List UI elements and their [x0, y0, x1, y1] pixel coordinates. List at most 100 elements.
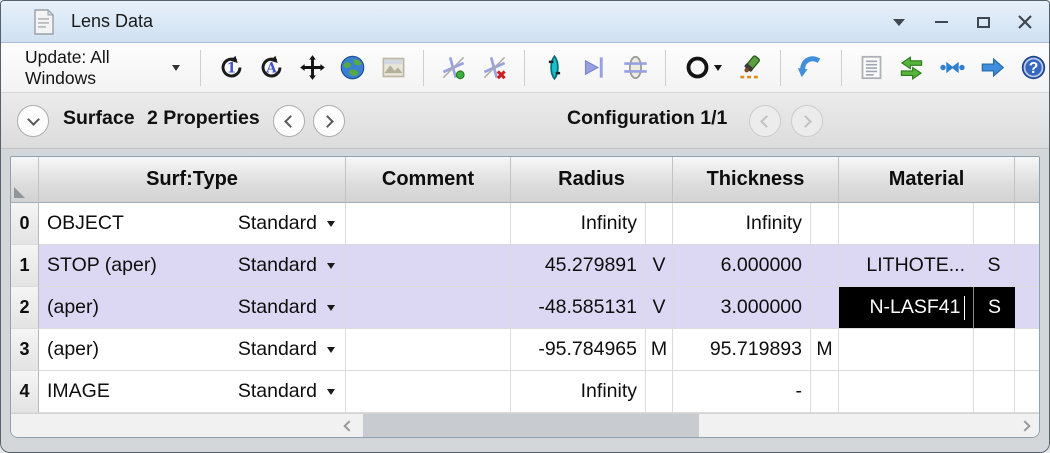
header-thickness[interactable]: Thickness [673, 157, 839, 203]
maximize-icon[interactable] [973, 12, 993, 32]
toolbar-separator [840, 49, 842, 86]
row-number[interactable]: 2 [11, 287, 39, 329]
insert-surface-icon[interactable] [438, 49, 470, 87]
next-configuration-button[interactable] [791, 105, 823, 137]
converge-arrows-icon[interactable] [936, 49, 968, 87]
delete-surface-icon[interactable] [478, 49, 510, 87]
radius-cell[interactable]: 45.279891 [511, 245, 646, 287]
thickness-solve-flag[interactable] [811, 371, 839, 413]
insert-stop-icon[interactable] [539, 49, 571, 87]
lens-lines-icon[interactable] [620, 49, 652, 87]
header-surf-type[interactable]: Surf:Type [39, 157, 346, 203]
material-cell[interactable] [839, 371, 974, 413]
thickness-cell[interactable]: 3.000000 [673, 287, 811, 329]
comment-cell[interactable] [346, 203, 511, 245]
radius-solve-flag[interactable] [646, 203, 673, 245]
prev-surface-button[interactable] [273, 105, 305, 137]
surface-type-dropdown[interactable]: Standard [238, 296, 335, 319]
circle-dropdown-icon[interactable] [680, 49, 726, 87]
material-cell[interactable] [839, 329, 974, 371]
text-cursor [963, 295, 965, 320]
radius-solve-flag[interactable] [646, 371, 673, 413]
surf-type-cell[interactable]: (aper) Standard [39, 329, 346, 371]
material-edit-value: N-LASF41 [869, 296, 961, 318]
material-cell[interactable]: LITHOTE... [839, 245, 974, 287]
material-solve-flag[interactable] [974, 203, 1015, 245]
row-number[interactable]: 1 [11, 245, 39, 287]
header-radius[interactable]: Radius [511, 157, 673, 203]
select-all-corner[interactable] [11, 157, 39, 203]
comment-cell[interactable] [346, 371, 511, 413]
material-solve-flag[interactable]: S [974, 245, 1015, 287]
radius-cell[interactable]: Infinity [511, 371, 646, 413]
material-solve-flag[interactable] [974, 329, 1015, 371]
update-mode-dropdown[interactable]: Update: All Windows [19, 41, 186, 95]
swap-arrows-icon[interactable] [896, 49, 928, 87]
radius-solve-flag[interactable]: V [646, 287, 673, 329]
surf-type-cell[interactable]: OBJECT Standard [39, 203, 346, 245]
row-number[interactable]: 3 [11, 329, 39, 371]
surf-type-cell[interactable]: (aper) Standard [39, 287, 346, 329]
header-material[interactable]: Material [839, 157, 1015, 203]
next-surface-button[interactable] [313, 105, 345, 137]
expand-properties-button[interactable] [17, 105, 49, 137]
next-arrow-icon[interactable] [977, 49, 1009, 87]
list-icon[interactable] [855, 49, 887, 87]
globe-icon[interactable] [337, 49, 369, 87]
radius-solve-flag[interactable]: M [646, 329, 673, 371]
aperture-arrow-icon[interactable] [579, 49, 611, 87]
surf-type-cell[interactable]: STOP (aper) Standard [39, 245, 346, 287]
rollup-icon[interactable] [889, 12, 909, 32]
radius-cell[interactable]: -48.585131 [511, 287, 646, 329]
toolbar-separator [523, 49, 525, 86]
undo-arrow-icon[interactable] [795, 49, 827, 87]
thickness-cell[interactable]: Infinity [673, 203, 811, 245]
surf-type-cell[interactable]: IMAGE Standard [39, 371, 346, 413]
thickness-solve-flag[interactable] [811, 203, 839, 245]
scroll-right-icon[interactable] [1019, 420, 1031, 432]
radius-cell[interactable]: -95.784965 [511, 329, 646, 371]
horizontal-scrollbar[interactable] [11, 413, 1039, 437]
material-solve-flag[interactable] [974, 371, 1015, 413]
surface-type-dropdown[interactable]: Standard [238, 254, 335, 277]
scrollbar-thumb[interactable] [363, 414, 699, 437]
radius-solve-flag[interactable]: V [646, 245, 673, 287]
toolbar-separator [200, 49, 202, 86]
material-cell-editing[interactable]: N-LASF41 [839, 287, 974, 329]
thickness-cell[interactable]: 6.000000 [673, 245, 811, 287]
close-icon[interactable] [1015, 12, 1035, 32]
table-row-1: 1 STOP (aper) Standard 45.279891 V 6.000… [11, 245, 1039, 287]
surface-label: OBJECT [47, 212, 124, 234]
surface-type-dropdown[interactable]: Standard [238, 212, 335, 235]
update-all-icon[interactable]: A [256, 49, 288, 87]
surface-label: STOP (aper) [47, 254, 157, 276]
image-icon[interactable] [377, 49, 409, 87]
comment-cell[interactable] [346, 329, 511, 371]
surface-type-dropdown[interactable]: Standard [238, 380, 335, 403]
extra-cell [1015, 245, 1039, 287]
update-1-icon[interactable]: 1 [215, 49, 247, 87]
material-solve-flag[interactable]: S [974, 287, 1015, 329]
help-icon[interactable]: ? [1017, 49, 1049, 87]
minimize-icon[interactable] [931, 12, 951, 32]
row-number[interactable]: 4 [11, 371, 39, 413]
extra-cell [1015, 203, 1039, 245]
thickness-solve-flag[interactable] [811, 287, 839, 329]
comment-cell[interactable] [346, 245, 511, 287]
comment-cell[interactable] [346, 287, 511, 329]
header-comment[interactable]: Comment [346, 157, 511, 203]
row-number[interactable]: 0 [11, 203, 39, 245]
surface-type-dropdown[interactable]: Standard [238, 338, 335, 361]
radius-cell[interactable]: Infinity [511, 203, 646, 245]
scroll-left-icon[interactable] [343, 420, 355, 432]
svg-text:A: A [265, 61, 277, 77]
thickness-cell[interactable]: - [673, 371, 811, 413]
prev-configuration-button[interactable] [749, 105, 781, 137]
thickness-solve-flag[interactable] [811, 245, 839, 287]
pan-icon[interactable] [296, 49, 328, 87]
title-bar[interactable]: Lens Data [1, 1, 1049, 43]
thickness-solve-flag[interactable]: M [811, 329, 839, 371]
flashlight-icon[interactable] [735, 49, 767, 87]
thickness-cell[interactable]: 95.719893 [673, 329, 811, 371]
material-cell[interactable] [839, 203, 974, 245]
